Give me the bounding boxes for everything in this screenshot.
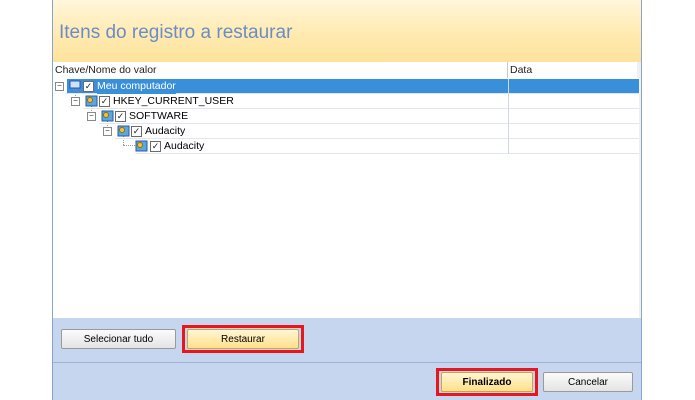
collapse-icon[interactable]: − (71, 97, 80, 106)
restore-registry-window: Itens do registro a restaurar Chave/Nome… (52, 0, 642, 400)
footer: Finalizado Cancelar (53, 362, 641, 400)
tree-item-label[interactable]: Audacity (164, 139, 204, 154)
highlight-box (182, 325, 304, 353)
tree-row-data (508, 94, 639, 109)
tree-row-data (508, 109, 639, 124)
collapse-icon[interactable]: − (55, 82, 64, 91)
registry-key-icon (135, 140, 148, 152)
tree-item-label[interactable]: Audacity (145, 124, 185, 139)
tree-item-label[interactable]: HKEY_CURRENT_USER (113, 94, 234, 109)
registry-key-icon (101, 110, 114, 122)
tree-row: ✓ Audacity (53, 139, 639, 154)
tree-row-data (508, 139, 639, 154)
page-title: Itens do registro a restaurar (59, 22, 293, 43)
cancel-button[interactable]: Cancelar (543, 372, 633, 392)
checkbox[interactable]: ✓ (99, 96, 110, 107)
tree-row-data (508, 79, 639, 94)
registry-tree: − ✓ Meu computador − ✓ HKEY_CURRENT_USER (53, 78, 639, 318)
checkbox[interactable]: ✓ (115, 111, 126, 122)
column-header-data[interactable]: Data (508, 62, 639, 78)
collapse-icon[interactable]: − (103, 127, 112, 136)
registry-key-icon (117, 125, 130, 137)
registry-key-icon (85, 95, 98, 107)
tree-item-label[interactable]: Meu computador (97, 79, 176, 94)
checkbox[interactable]: ✓ (131, 126, 142, 137)
tree-row: − ✓ Audacity (53, 124, 639, 139)
tree-item-label[interactable]: SOFTWARE (129, 109, 188, 124)
computer-icon (69, 80, 81, 91)
header: Itens do registro a restaurar (53, 0, 641, 62)
column-header-name[interactable]: Chave/Nome do valor (53, 62, 508, 78)
tree-row-data (508, 124, 639, 139)
highlight-box (436, 368, 538, 396)
checkbox[interactable]: ✓ (150, 141, 161, 152)
column-headers: Chave/Nome do valor Data (53, 62, 641, 79)
collapse-icon[interactable]: − (87, 112, 96, 121)
select-all-button[interactable]: Selecionar tudo (61, 329, 176, 349)
tree-row: − ✓ HKEY_CURRENT_USER (53, 94, 639, 109)
tree-row: − ✓ Meu computador (53, 79, 639, 94)
checkbox[interactable]: ✓ (83, 81, 94, 92)
action-bar: Selecionar tudo Restaurar (53, 318, 641, 362)
tree-row: − ✓ SOFTWARE (53, 109, 639, 124)
